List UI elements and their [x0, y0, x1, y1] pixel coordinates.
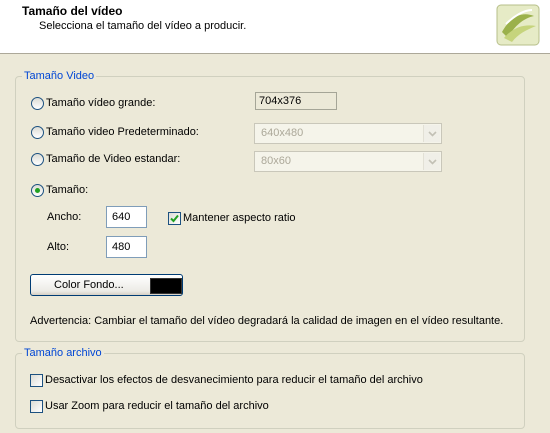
use-zoom-label[interactable]: Usar Zoom para reducir el tamaño del arc…	[45, 400, 269, 412]
file-size-group-legend: Tamaño archivo	[24, 347, 102, 359]
keep-aspect-label[interactable]: Mantener aspecto ratio	[183, 212, 296, 224]
wizard-header: Tamaño del vídeo Selecciona el tamaño de…	[0, 0, 550, 54]
video-size-group-legend: Tamaño Video	[24, 70, 95, 82]
page-title: Tamaño del vídeo	[22, 4, 123, 18]
page-subtitle: Selecciona el tamaño del vídeo a produci…	[39, 20, 247, 32]
keep-aspect-checkbox[interactable]	[168, 212, 181, 225]
disable-fade-label[interactable]: Desactivar los efectos de desvanecimient…	[45, 374, 423, 386]
default-size-select[interactable]: 640x480	[254, 123, 442, 144]
video-size-group: Tamaño Video	[15, 70, 525, 342]
use-zoom-checkbox[interactable]	[30, 400, 43, 413]
height-label: Alto:	[47, 241, 70, 253]
product-logo-icon	[496, 4, 540, 46]
height-input[interactable]: 480	[106, 236, 147, 258]
file-size-group: Tamaño archivo	[15, 347, 525, 429]
large-size-value: 704x376	[255, 92, 337, 110]
standard-size-select[interactable]: 80x60	[254, 151, 442, 172]
default-size-value: 640x480	[261, 127, 304, 139]
radio-custom-size-label[interactable]: Tamaño:	[46, 184, 88, 196]
chevron-down-icon[interactable]	[423, 153, 440, 170]
width-input[interactable]: 640	[106, 206, 147, 228]
background-color-button-label: Color Fondo...	[54, 279, 124, 291]
radio-custom-size[interactable]	[31, 184, 44, 197]
background-color-swatch	[150, 278, 182, 294]
standard-size-value: 80x60	[261, 155, 291, 167]
disable-fade-checkbox[interactable]	[30, 374, 43, 387]
radio-default-size-label[interactable]: Tamaño video Predeterminado:	[46, 126, 199, 138]
radio-large-size[interactable]	[31, 97, 44, 110]
background-color-button[interactable]: Color Fondo...	[30, 274, 183, 296]
width-label: Ancho:	[47, 211, 82, 223]
checkmark-icon	[170, 214, 179, 223]
radio-standard-size[interactable]	[31, 153, 44, 166]
radio-default-size[interactable]	[31, 126, 44, 139]
chevron-down-icon[interactable]	[423, 125, 440, 142]
radio-standard-size-label[interactable]: Tamaño de Video estandar:	[46, 153, 180, 165]
resize-warning: Advertencia: Cambiar el tamaño del vídeo…	[30, 315, 504, 327]
radio-large-size-label[interactable]: Tamaño vídeo grande:	[46, 97, 155, 109]
